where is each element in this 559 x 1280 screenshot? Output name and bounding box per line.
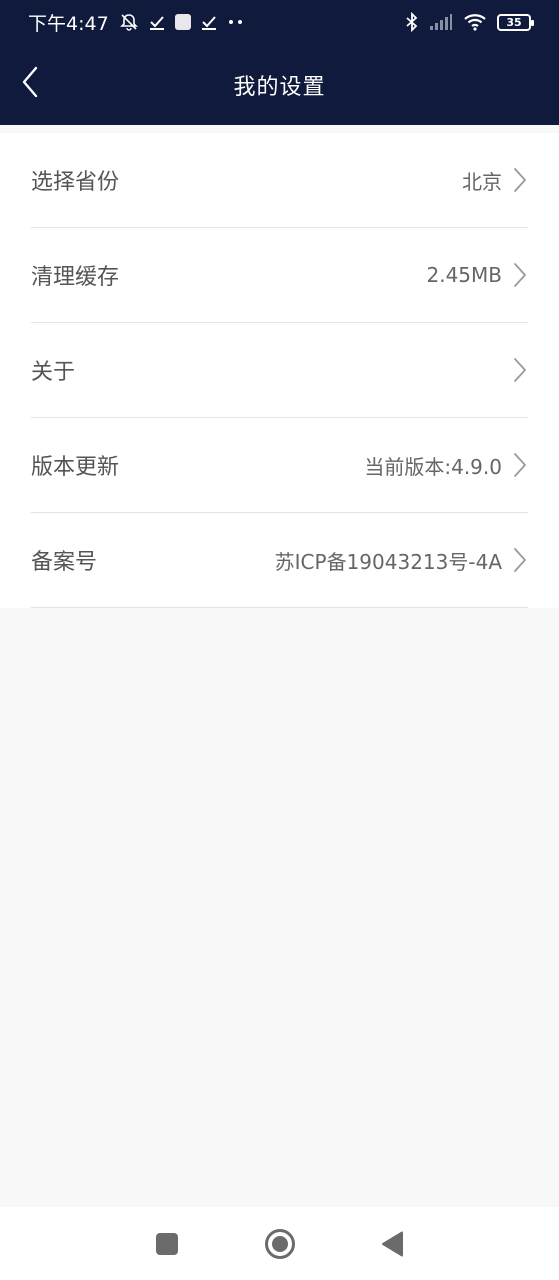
bluetooth-icon — [406, 12, 418, 32]
row-right: 北京 — [462, 166, 528, 195]
row-value: 北京 — [462, 169, 502, 194]
row-right: 苏ICP备19043213号-4A — [275, 546, 528, 575]
system-back-button[interactable] — [373, 1224, 413, 1264]
row-right: 当前版本:4.9.0 — [364, 451, 528, 480]
chevron-right-icon — [514, 168, 526, 192]
row-right — [502, 357, 528, 383]
settings-row-icp-record[interactable]: 备案号 苏ICP备19043213号-4A — [31, 513, 528, 608]
settings-row-province[interactable]: 选择省份 北京 — [31, 133, 528, 228]
row-label: 选择省份 — [31, 170, 120, 195]
chevron-right-icon — [514, 263, 526, 287]
app-square-icon — [174, 14, 191, 30]
home-button[interactable] — [260, 1224, 300, 1264]
back-triangle-icon — [381, 1231, 403, 1256]
row-label: 关于 — [31, 360, 76, 385]
row-label: 清理缓存 — [31, 265, 120, 290]
signal-icon — [430, 14, 452, 30]
row-value: 2.45MB — [426, 263, 502, 287]
chevron-right-icon — [514, 453, 526, 477]
recents-square-icon — [155, 1232, 178, 1255]
status-right: 35 — [405, 12, 534, 32]
status-bar: 下午4:47 35 — [0, 0, 559, 44]
back-arrow-icon — [22, 66, 38, 98]
mute-bell-icon — [119, 14, 138, 31]
wifi-icon — [464, 14, 486, 31]
recents-button[interactable] — [147, 1224, 187, 1264]
row-label: 备案号 — [31, 550, 98, 575]
chevron-right-icon — [514, 548, 526, 572]
row-label: 版本更新 — [31, 455, 120, 480]
header-bar: 我的设置 — [0, 44, 559, 125]
system-nav-bar — [0, 1207, 559, 1280]
home-circle-icon — [264, 1228, 295, 1259]
row-value: 当前版本:4.9.0 — [364, 454, 502, 479]
battery-icon: 35 — [497, 13, 534, 31]
status-left: 下午4:47 — [28, 9, 245, 36]
settings-row-clear-cache[interactable]: 清理缓存 2.45MB — [31, 228, 528, 323]
settings-row-about[interactable]: 关于 — [31, 323, 528, 418]
page-title: 我的设置 — [233, 74, 326, 100]
row-value: 苏ICP备19043213号-4A — [274, 549, 502, 574]
chevron-right-icon — [514, 358, 526, 382]
status-time: 下午4:47 — [28, 12, 109, 35]
row-right: 2.45MB — [426, 262, 528, 288]
settings-list: 选择省份 北京 清理缓存 2.45MB 关于 版本更新 当前版本:4.9.0 备… — [0, 133, 559, 608]
more-dots-icon — [228, 20, 242, 24]
settings-row-version-update[interactable]: 版本更新 当前版本:4.9.0 — [31, 418, 528, 513]
back-button[interactable] — [10, 62, 50, 102]
download-check-icon — [149, 16, 164, 30]
battery-level: 35 — [506, 15, 522, 29]
download-check-icon — [201, 16, 216, 30]
